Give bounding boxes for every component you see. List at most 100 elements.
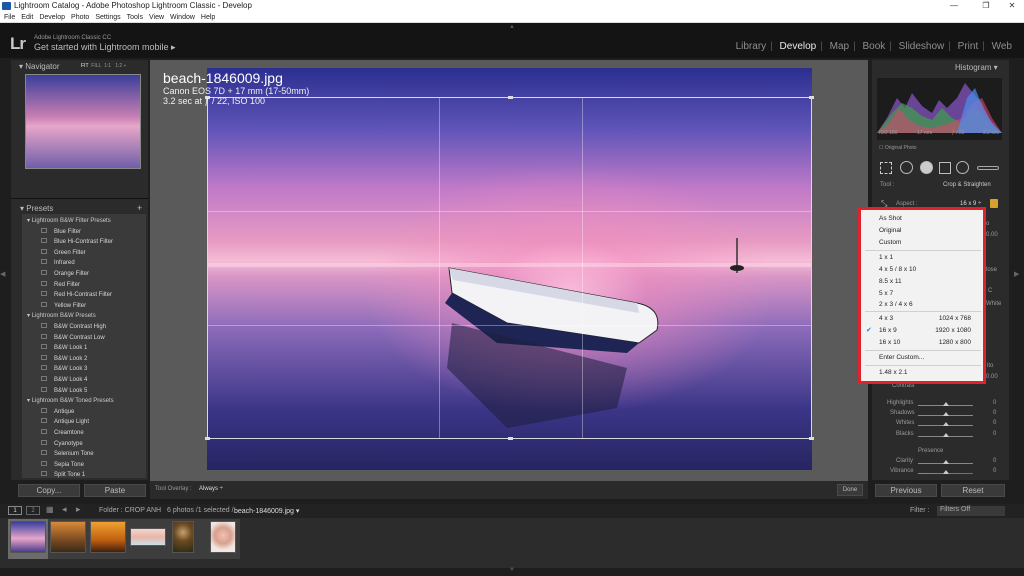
menu-item-2x3[interactable]: 2 x 3 / 4 x 6 <box>879 301 913 308</box>
adjustment-brush-icon[interactable] <box>977 166 999 170</box>
menu-item-16x9[interactable]: 16 x 9 <box>879 327 897 334</box>
thumb-ear[interactable] <box>210 521 236 553</box>
crop-tool-icon[interactable] <box>880 162 892 174</box>
graduated-filter-icon[interactable] <box>939 162 951 174</box>
menu-photo[interactable]: Photo <box>71 14 89 21</box>
minimize-button[interactable]: — <box>940 0 968 12</box>
preset-item[interactable]: B&W Contrast High <box>41 323 106 330</box>
histogram-header[interactable]: Histogram ▾ <box>955 63 998 72</box>
done-button[interactable]: Done <box>837 484 863 496</box>
radial-filter-icon[interactable] <box>956 161 969 174</box>
forward-arrow-icon[interactable]: ▸ <box>76 504 81 515</box>
menu-help[interactable]: Help <box>201 14 215 21</box>
add-preset-button[interactable]: + <box>137 203 142 213</box>
preset-item[interactable]: Blue Filter <box>41 227 81 235</box>
menu-item-custom[interactable]: Custom <box>879 239 901 246</box>
clarity-knob[interactable] <box>943 460 949 464</box>
preset-item[interactable]: B&W Look 3 <box>41 365 87 372</box>
preset-item[interactable]: B&W Look 1 <box>41 344 87 351</box>
preset-item[interactable]: Green Filter <box>41 248 86 256</box>
preset-item[interactable]: Blue Hi-Contrast Filter <box>41 238 113 245</box>
navigator-preview[interactable] <box>25 74 141 169</box>
previous-button[interactable]: Previous <box>875 484 937 497</box>
reset-button[interactable]: Reset <box>941 484 1005 497</box>
back-arrow-icon[interactable]: ◂ <box>62 504 67 515</box>
filter-dropdown[interactable]: Filters Off <box>937 506 1005 516</box>
spot-removal-icon[interactable] <box>900 161 913 174</box>
current-file[interactable]: beach-1846009.jpg ▾ <box>234 507 299 515</box>
histogram-chart[interactable]: ISO 100 17 mm ƒ / 22 3.2 sec <box>877 78 1002 140</box>
view-page-2[interactable]: 2 <box>26 506 40 515</box>
preset-item[interactable]: Antique <box>41 407 74 415</box>
close-window-button[interactable]: ✕ <box>998 0 1024 12</box>
module-web[interactable]: Web <box>992 41 1012 52</box>
preset-group-header[interactable]: ▾ Lightroom B&W Toned Presets <box>27 397 114 404</box>
zoom-fill[interactable]: FILL <box>91 63 101 69</box>
preset-item[interactable]: Split Tone 1 <box>41 471 85 478</box>
thumb-pastel[interactable] <box>130 528 166 546</box>
crop-handle[interactable] <box>508 437 513 440</box>
presets-header[interactable]: ▾ Presets <box>20 204 53 213</box>
menu-item-4x3[interactable]: 4 x 3 <box>879 315 893 322</box>
module-develop[interactable]: Develop <box>780 41 817 52</box>
grid-view-icon[interactable]: ▦ <box>46 505 54 514</box>
menu-settings[interactable]: Settings <box>95 14 120 21</box>
thumb-landscape[interactable] <box>50 521 86 553</box>
right-panel-toggle-icon[interactable]: ▶ <box>1014 270 1019 278</box>
red-eye-icon[interactable] <box>920 161 933 174</box>
mobile-promo-link[interactable]: Get started with Lightroom mobile ▸ <box>34 42 176 53</box>
preset-item[interactable]: Infrared <box>41 259 75 266</box>
menu-item-16x10[interactable]: 16 x 10 <box>879 339 900 346</box>
view-page-1[interactable]: 1 <box>8 506 22 515</box>
crop-handle[interactable] <box>809 437 814 440</box>
module-print[interactable]: Print <box>958 41 979 52</box>
zoom-fit[interactable]: FIT <box>81 63 89 69</box>
tool-overlay-dropdown[interactable]: Always ÷ <box>199 486 223 492</box>
module-library[interactable]: Library <box>736 41 767 52</box>
highlights-knob[interactable] <box>943 402 949 406</box>
menu-item-4x5[interactable]: 4 x 5 / 8 x 10 <box>879 266 916 273</box>
menu-develop[interactable]: Develop <box>39 14 65 21</box>
top-panel-toggle-icon[interactable]: ▲ <box>509 24 515 30</box>
whites-knob[interactable] <box>943 422 949 426</box>
blacks-knob[interactable] <box>943 433 949 437</box>
preset-item[interactable]: Antique Light <box>41 418 89 425</box>
zoom-1-1[interactable]: 1:1 <box>104 63 111 69</box>
module-book[interactable]: Book <box>862 41 885 52</box>
preset-item[interactable]: Cyanotype <box>41 439 83 447</box>
thumb-beach[interactable] <box>10 521 46 553</box>
menu-file[interactable]: File <box>4 14 15 21</box>
maximize-button[interactable]: ❐ <box>972 0 1000 12</box>
preset-group-header[interactable]: ▾ Lightroom B&W Presets <box>27 312 96 319</box>
menu-edit[interactable]: Edit <box>21 14 33 21</box>
menu-item-as-shot[interactable]: As Shot <box>879 215 902 222</box>
crop-handle[interactable] <box>205 437 210 440</box>
menu-item-8.5x11[interactable]: 8.5 x 11 <box>879 278 902 285</box>
bottom-panel-toggle-icon[interactable]: ▼ <box>509 567 515 573</box>
paste-settings-button[interactable]: Paste <box>84 484 146 497</box>
close-peek[interactable]: lose <box>986 267 997 273</box>
navigator-header[interactable]: ▾ Navigator <box>19 62 60 71</box>
crop-handle[interactable] <box>809 96 814 99</box>
vibrance-knob[interactable] <box>943 470 949 474</box>
preset-item[interactable]: B&W Look 4 <box>41 376 87 383</box>
crop-handle[interactable] <box>508 96 513 99</box>
lock-icon[interactable] <box>990 199 998 208</box>
shadows-knob[interactable] <box>943 412 949 416</box>
menu-item-enter-custom[interactable]: Enter Custom... <box>879 354 924 361</box>
copy-settings-button[interactable]: Copy... <box>18 484 80 497</box>
preset-item[interactable]: Selenium Tone <box>41 450 94 457</box>
module-map[interactable]: Map <box>830 41 849 52</box>
preset-item[interactable]: Red Hi-Contrast Filter <box>41 291 112 298</box>
thumb-sunset[interactable] <box>90 521 126 553</box>
menu-item-custom-value[interactable]: 1.48 x 2.1 <box>879 369 908 376</box>
thumb-portrait[interactable] <box>172 521 194 553</box>
preset-item[interactable]: B&W Look 5 <box>41 386 87 394</box>
crop-frame[interactable] <box>205 96 814 440</box>
preset-item[interactable]: Creamtone <box>41 429 84 436</box>
original-photo-checkbox[interactable]: ☐ Original Photo <box>879 145 917 151</box>
menu-view[interactable]: View <box>149 14 164 21</box>
menu-window[interactable]: Window <box>170 14 195 21</box>
menu-tools[interactable]: Tools <box>127 14 143 21</box>
menu-item-1x1[interactable]: 1 x 1 <box>879 254 893 261</box>
